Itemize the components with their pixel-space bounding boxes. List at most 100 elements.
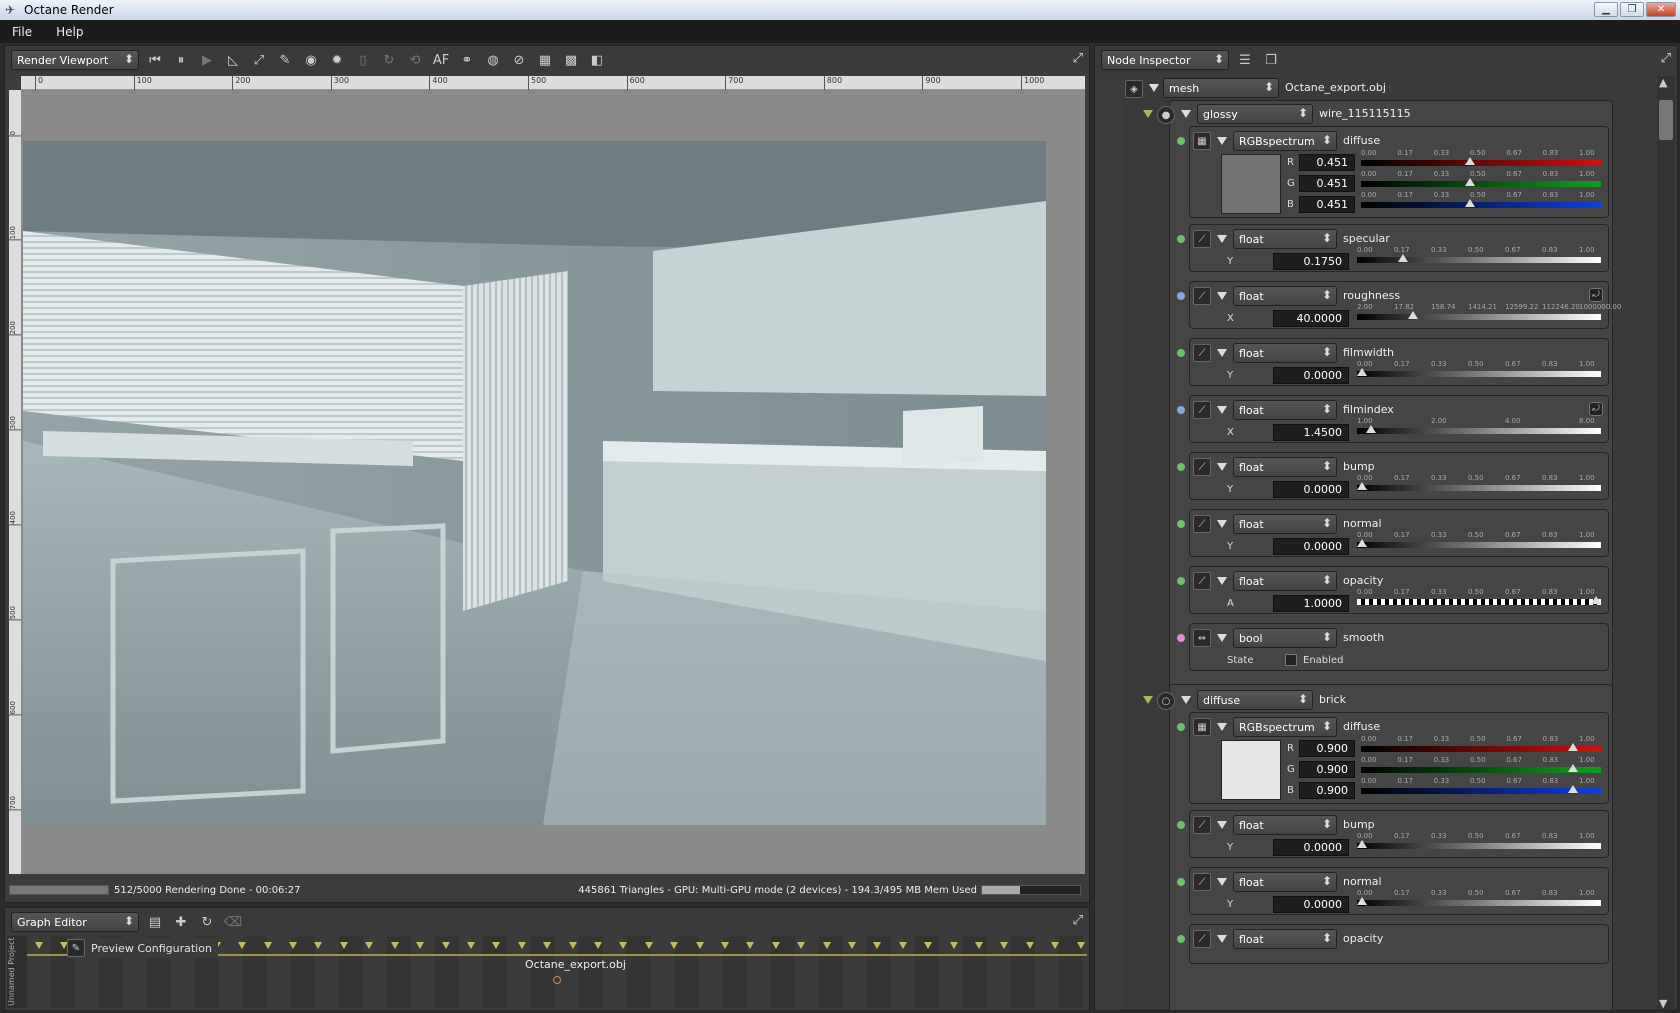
- pin-opacity1-slider[interactable]: 0.00 0.17 0.33 0.50 0.67 0.83 1.00: [1357, 588, 1601, 614]
- graph-pin-marker[interactable]: [1025, 942, 1034, 949]
- pin-bump2-slider[interactable]: 0.00 0.17 0.33 0.50 0.67 0.83 1.00: [1357, 832, 1601, 858]
- slider-track[interactable]: [1357, 257, 1601, 263]
- pin-filmindex-value-input[interactable]: 1.4500: [1273, 424, 1349, 441]
- graph-pin-marker[interactable]: [873, 942, 882, 949]
- pin-opacity1-type-select[interactable]: float: [1233, 571, 1337, 591]
- slider-handle-icon[interactable]: [1357, 897, 1367, 905]
- slider-track[interactable]: [1357, 485, 1601, 491]
- pin-diffuse1-expand-icon[interactable]: [1217, 137, 1227, 145]
- pin-roughness-type-icon[interactable]: ⟋: [1193, 287, 1211, 305]
- pin-diffuse2-g-input[interactable]: 0.900: [1299, 761, 1355, 778]
- slider-handle-icon[interactable]: [1591, 596, 1601, 604]
- pin-diffuse1-color-swatch[interactable]: [1221, 154, 1281, 214]
- mesh-type-select[interactable]: mesh: [1163, 78, 1279, 98]
- pin-filmindex-link-icon[interactable]: ⤾: [1589, 402, 1603, 416]
- slider-track[interactable]: [1357, 371, 1601, 377]
- pin-bump2-value-input[interactable]: 0.0000: [1273, 839, 1349, 856]
- split-icon[interactable]: ◧: [587, 50, 607, 70]
- pin-diffuse2-b-input[interactable]: 0.900: [1299, 782, 1355, 799]
- mesh-expand-icon[interactable]: [1149, 84, 1159, 92]
- slider-track[interactable]: [1361, 202, 1601, 208]
- pin-diffuse2-r-input[interactable]: 0.900: [1299, 740, 1355, 757]
- scroll-up-icon[interactable]: ▲: [1659, 76, 1667, 89]
- preview-config-node[interactable]: ✎ Preview Configuration: [67, 938, 218, 958]
- pin-diffuse2-b-slider[interactable]: 0.00 0.17 0.33 0.50 0.67 0.83 1.00: [1361, 777, 1601, 803]
- graph-pin-marker[interactable]: [619, 942, 628, 949]
- pin-filmwidth-connector-icon[interactable]: [1177, 349, 1185, 357]
- graph-pin-marker[interactable]: [35, 942, 43, 949]
- sphere-icon[interactable]: ◍: [483, 50, 503, 70]
- menu-help[interactable]: Help: [44, 25, 95, 39]
- slider-handle-icon[interactable]: [1357, 482, 1367, 490]
- rotate-icon[interactable]: ↻: [379, 50, 399, 70]
- graph-pin-marker[interactable]: [975, 942, 984, 949]
- pin-normal1-type-icon[interactable]: ⟋: [1193, 515, 1211, 533]
- slider-handle-icon[interactable]: [1568, 764, 1578, 772]
- diffuse-type-select[interactable]: diffuse: [1197, 690, 1313, 710]
- pause-icon[interactable]: ⏸: [171, 50, 191, 70]
- graph-mode-select[interactable]: Graph Editor: [11, 912, 139, 932]
- pin-roughness-expand-icon[interactable]: [1217, 292, 1227, 300]
- glossy-type-select[interactable]: glossy: [1197, 104, 1313, 124]
- pin-opacity1-connector-icon[interactable]: [1177, 577, 1185, 585]
- autofocus-icon[interactable]: AF: [431, 50, 451, 70]
- pin-smooth-expand-icon[interactable]: [1217, 634, 1227, 642]
- pin-filmwidth-slider[interactable]: 0.00 0.17 0.33 0.50 0.67 0.83 1.00: [1357, 360, 1601, 386]
- graph-pin-marker[interactable]: [848, 942, 856, 949]
- pin-bump2-type-icon[interactable]: ⟋: [1193, 816, 1211, 834]
- pin-normal1-type-select[interactable]: float: [1233, 514, 1337, 534]
- pin-normal1-value-input[interactable]: 0.0000: [1273, 538, 1349, 555]
- pick-object-icon[interactable]: ◉: [301, 50, 321, 70]
- slider-track[interactable]: [1357, 428, 1601, 434]
- pin-filmwidth-type-select[interactable]: float: [1233, 343, 1337, 363]
- viewport-mode-select[interactable]: Render Viewport: [11, 50, 139, 70]
- pin-opacity2-expand-icon[interactable]: [1217, 935, 1227, 943]
- pin-bump1-type-select[interactable]: float: [1233, 457, 1337, 477]
- graph-pin-marker[interactable]: [492, 942, 501, 949]
- zoom-fit-icon[interactable]: ⤢: [249, 50, 269, 70]
- diffuse-expand-icon[interactable]: [1181, 696, 1191, 704]
- smooth-checkbox[interactable]: [1285, 654, 1297, 666]
- lock-view-icon[interactable]: ⊘: [509, 50, 529, 70]
- pin-bump2-type-select[interactable]: float: [1233, 815, 1337, 835]
- pin-specular-value-input[interactable]: 0.1750: [1273, 253, 1349, 270]
- slider-handle-icon[interactable]: [1464, 199, 1475, 207]
- menu-file[interactable]: File: [0, 25, 44, 39]
- pin-diffuse1-b-slider[interactable]: 0.00 0.17 0.33 0.50 0.67 0.83 1.00: [1361, 191, 1601, 217]
- pin-smooth-type-icon[interactable]: ⇔: [1193, 629, 1211, 647]
- slider-handle-icon[interactable]: [1357, 840, 1367, 848]
- pin-specular-type-icon[interactable]: ⟋: [1193, 230, 1211, 248]
- pin-specular-connector-icon[interactable]: [1177, 235, 1185, 243]
- expand-all-icon[interactable]: ❐: [1261, 50, 1281, 70]
- graph-pin-marker[interactable]: [949, 942, 958, 949]
- slider-handle-icon[interactable]: [1397, 254, 1408, 262]
- region-icon[interactable]: ◺: [223, 50, 243, 70]
- pin-diffuse1-g-input[interactable]: 0.451: [1299, 175, 1355, 192]
- pin-roughness-connector-icon[interactable]: [1177, 292, 1185, 300]
- pin-diffuse2-type-icon[interactable]: ▦: [1193, 718, 1211, 736]
- pin-normal2-expand-icon[interactable]: [1217, 878, 1227, 886]
- refresh-icon[interactable]: ↻: [197, 912, 217, 932]
- pin-normal1-expand-icon[interactable]: [1217, 520, 1227, 528]
- play-icon[interactable]: ▶: [197, 50, 217, 70]
- slider-track[interactable]: [1357, 843, 1601, 849]
- pin-normal1-slider[interactable]: 0.00 0.17 0.33 0.50 0.67 0.83 1.00: [1357, 531, 1601, 557]
- grid-icon[interactable]: ▦: [535, 50, 555, 70]
- slider-handle-icon[interactable]: [1464, 157, 1475, 165]
- graph-pin-marker[interactable]: [1051, 942, 1060, 949]
- slider-handle-icon[interactable]: [1568, 785, 1578, 793]
- graph-pin-marker[interactable]: [1076, 942, 1085, 949]
- pin-roughness-type-select[interactable]: float: [1233, 286, 1337, 306]
- scroll-thumb[interactable]: [1659, 100, 1673, 140]
- inspector-mode-select[interactable]: Node Inspector: [1101, 50, 1229, 70]
- graph-pin-marker[interactable]: [517, 942, 526, 949]
- pin-roughness-value-input[interactable]: 40.0000: [1273, 310, 1349, 327]
- graph-pin-marker[interactable]: [390, 942, 399, 949]
- inspector-scrollbar[interactable]: ▲ ▼: [1657, 76, 1675, 1010]
- pin-bump1-value-input[interactable]: 0.0000: [1273, 481, 1349, 498]
- alpha-icon[interactable]: ▩: [561, 50, 581, 70]
- pin-filmindex-expand-icon[interactable]: [1217, 406, 1227, 414]
- slider-handle-icon[interactable]: [1568, 743, 1578, 751]
- mesh-node-label[interactable]: Octane_export.obj: [525, 958, 626, 971]
- glossy-sphere-icon[interactable]: ●: [1157, 106, 1175, 124]
